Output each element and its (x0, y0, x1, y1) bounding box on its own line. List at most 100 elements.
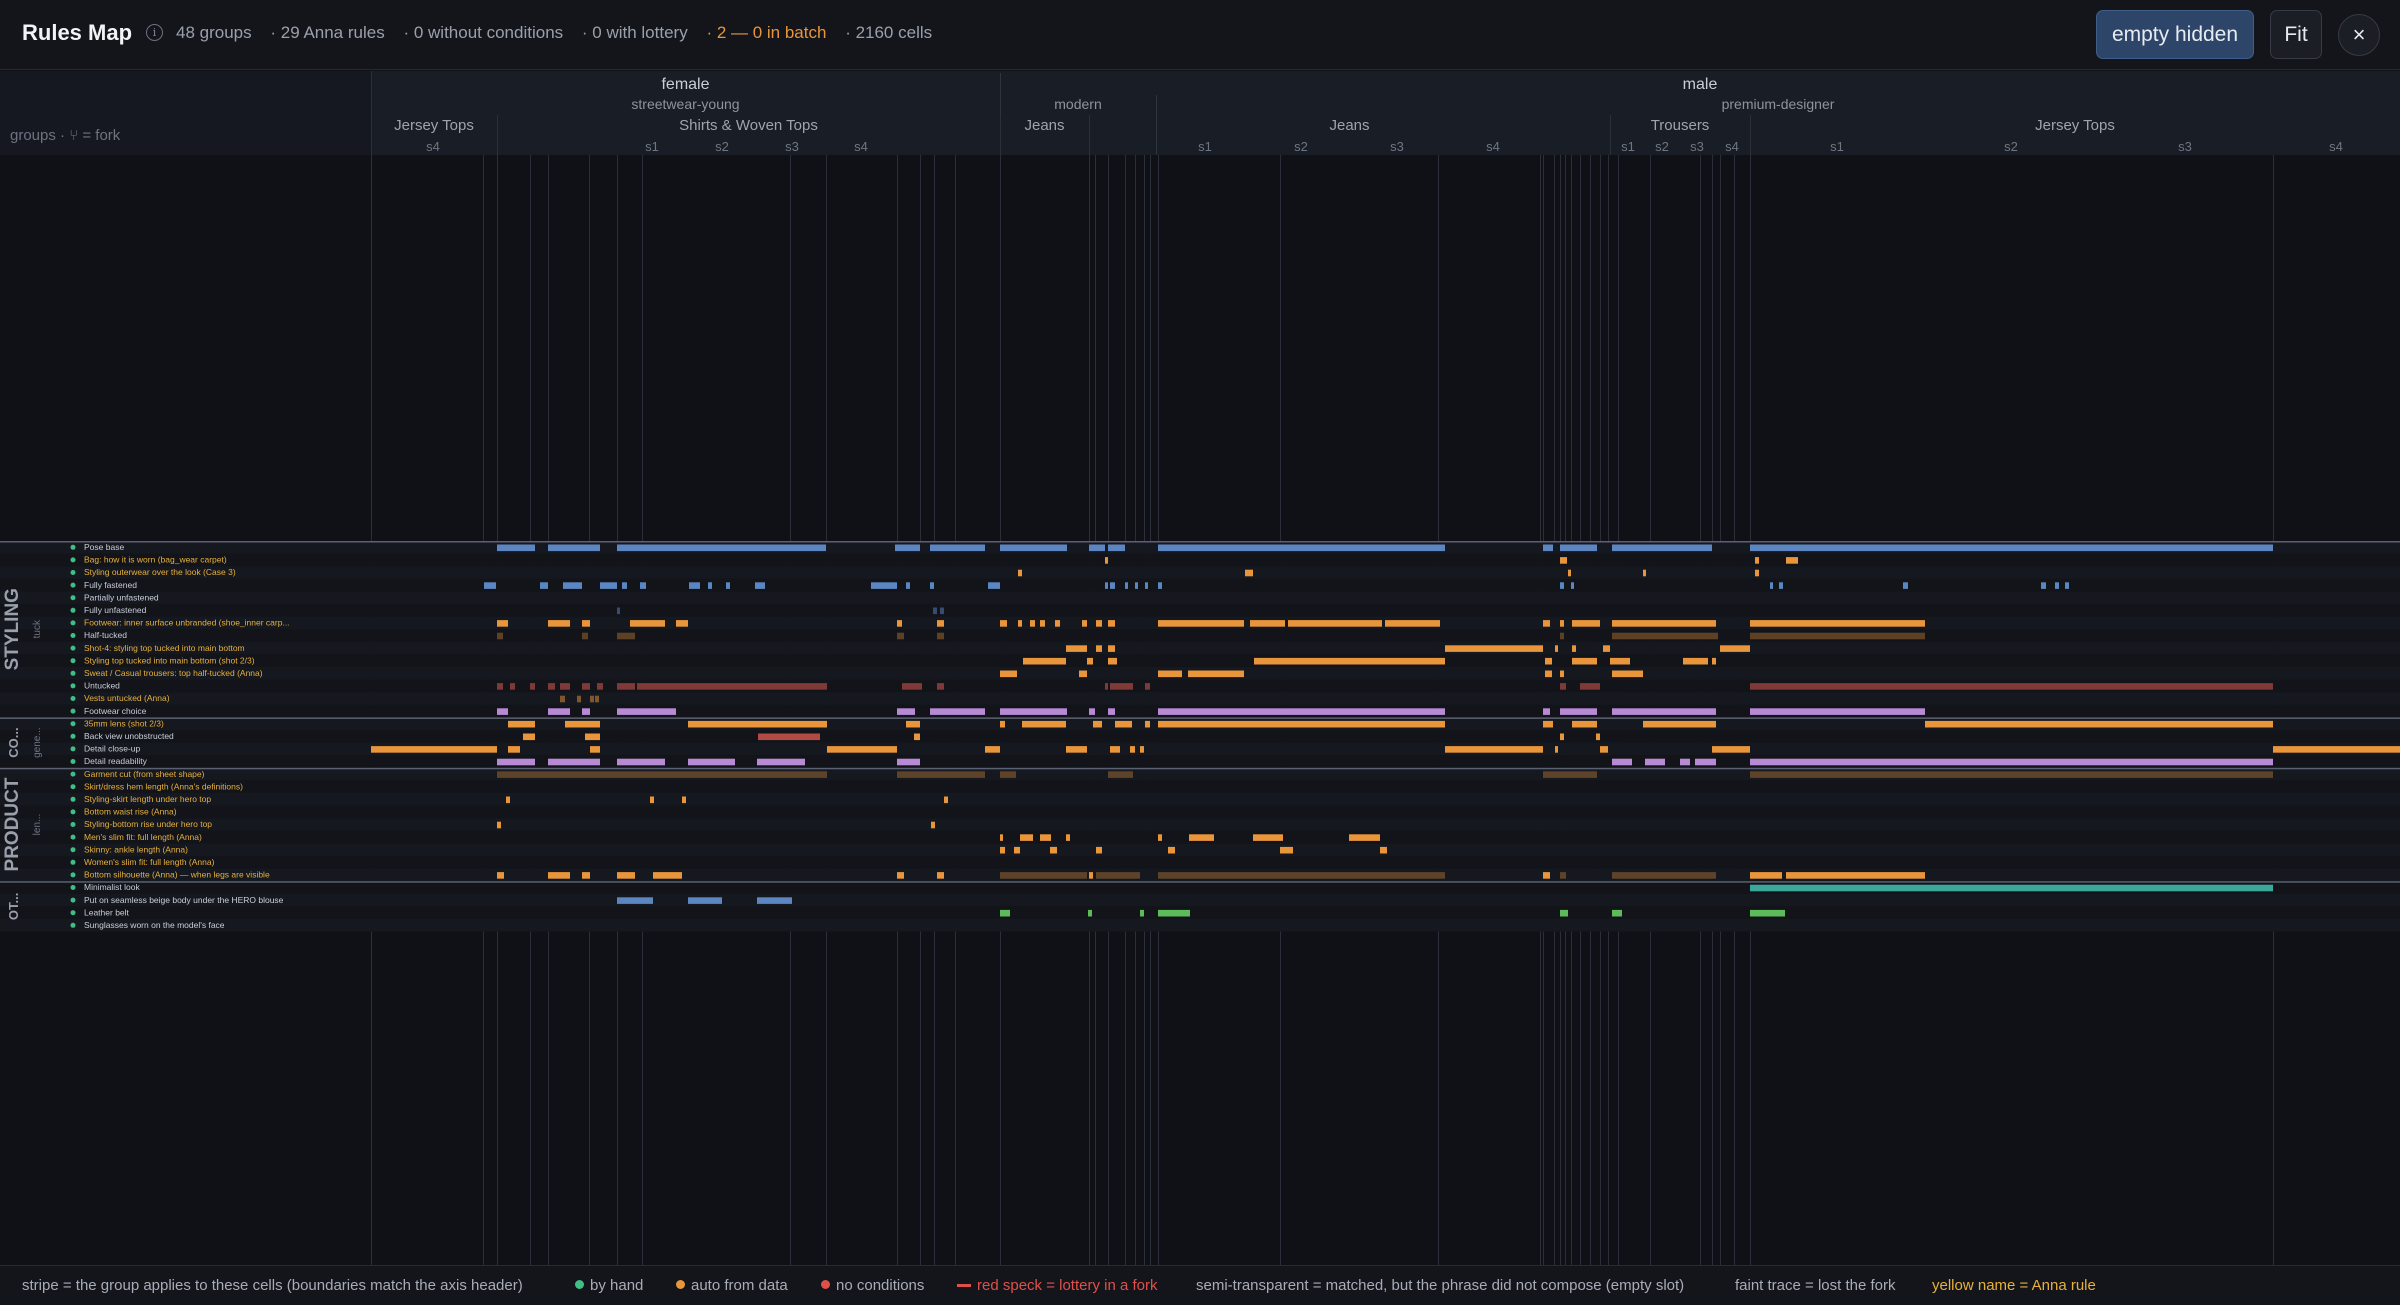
no-conditions-dot-icon (821, 1280, 830, 1289)
info-icon[interactable]: i (146, 24, 163, 41)
rule-stripe (1572, 620, 1600, 627)
close-button[interactable]: × (2338, 14, 2380, 56)
by-hand-dot-icon (70, 570, 76, 575)
rule-row-background (0, 843, 2400, 856)
stat-with-lottery: · 0 with lottery (581, 23, 688, 42)
rules-map-grid[interactable]: groups · ⑂ = fork female male streetwear-yo… (0, 71, 2400, 1265)
rule-stripe (1543, 872, 1550, 879)
rule-stripe (1040, 620, 1045, 627)
rule-stripe (1580, 683, 1600, 690)
rule-stripe (1560, 544, 1597, 552)
rule-row-label: Bottom silhouette (Anna) — when legs are… (84, 870, 270, 880)
by-hand-dot-icon (70, 847, 76, 853)
rule-stripe (637, 683, 827, 690)
rule-stripe (1140, 909, 1144, 917)
style-label: streetwear-young (631, 96, 739, 112)
subsection-label: len... (32, 814, 43, 836)
rule-row-label: Put on seamless beige body under the HER… (84, 895, 284, 905)
rule-stripe (988, 582, 1000, 589)
rule-stripe (1089, 544, 1105, 552)
rule-stripe (582, 632, 588, 640)
rule-stripe (371, 746, 497, 753)
rule-stripe (497, 758, 535, 766)
by-hand-dot-icon (70, 557, 76, 563)
gender-label: female (661, 76, 709, 93)
rule-stripe (508, 746, 520, 753)
shot-label: s3 (1690, 139, 1704, 154)
rule-stripe (1545, 670, 1552, 678)
section-label: CO... (6, 727, 21, 757)
section-label: STYLING (2, 588, 23, 670)
rule-stripe (1168, 846, 1175, 854)
rule-stripe (2041, 582, 2046, 589)
rule-stripe (1000, 708, 1067, 715)
rule-stripe (560, 683, 570, 690)
by-hand-dot-icon (70, 771, 76, 777)
rule-row-label: Styling top tucked into main bottom (sho… (84, 655, 255, 665)
rule-stripe (1786, 872, 1925, 879)
rule-row-label: Bag: how it is worn (bag_wear carpet) (84, 555, 227, 565)
rule-stripe (1560, 632, 1564, 640)
rule-row-label: Sunglasses worn on the model's face (84, 920, 225, 930)
by-hand-dot-icon (70, 759, 76, 764)
rule-stripe (897, 872, 904, 879)
legend-by-hand: by hand (575, 1277, 643, 1294)
legend-by-hand-label: by hand (590, 1277, 644, 1294)
rule-stripe (1543, 771, 1597, 778)
rule-stripe (1096, 645, 1102, 652)
rule-row-background (0, 906, 2400, 919)
rule-stripe (1125, 582, 1128, 589)
rule-stripe (1610, 657, 1630, 665)
rule-stripe (1445, 746, 1543, 753)
rule-stripe (1082, 620, 1087, 627)
empty-hidden-button[interactable]: empty hidden (2096, 10, 2254, 59)
rule-stripe (871, 582, 897, 589)
category-label: Jersey Tops (394, 117, 474, 134)
rule-stripe (1000, 846, 1005, 854)
red-speck-icon (957, 1284, 971, 1287)
rule-stripe (1445, 645, 1543, 652)
rule-stripe (1254, 657, 1445, 665)
rule-row-background (0, 578, 2400, 592)
rule-stripe (1089, 872, 1093, 879)
by-hand-dot-icon (70, 670, 76, 676)
rule-stripe (1000, 909, 1010, 917)
rule-stripe (985, 746, 1000, 753)
category-divider (1610, 115, 1611, 155)
rule-row-label: Skinny: ankle length (Anna) (84, 844, 188, 854)
legend-auto-label: auto from data (691, 1277, 788, 1294)
rule-stripe (1108, 657, 1117, 665)
rule-stripe (1680, 758, 1690, 766)
rule-stripe (484, 582, 496, 589)
rule-stripe (497, 620, 508, 627)
rule-stripe (757, 897, 792, 904)
rule-stripe (1096, 846, 1102, 854)
section-divider (0, 767, 2400, 770)
rule-stripe (617, 544, 826, 552)
rule-stripe (902, 683, 922, 690)
rule-stripe (540, 582, 548, 589)
rule-stripe (1158, 620, 1244, 627)
rule-row-background (0, 730, 2400, 743)
rule-stripe (1189, 834, 1214, 841)
fit-button[interactable]: Fit (2270, 10, 2322, 59)
rule-stripe (1135, 582, 1138, 589)
rule-stripe (930, 708, 985, 715)
rule-stripe (1250, 620, 1285, 627)
rule-stripe (1110, 746, 1120, 753)
by-hand-dot-icon (70, 910, 76, 916)
rule-stripe (1750, 708, 1925, 715)
rule-stripe (1560, 683, 1566, 690)
rule-stripe (1018, 620, 1022, 627)
rule-stripe (944, 796, 948, 804)
rule-row-label: Styling outerwear over the look (Case 3) (84, 567, 236, 577)
rule-stripe (1720, 645, 1750, 652)
rule-stripe (1560, 670, 1564, 678)
rule-stripe (1600, 746, 1608, 753)
rule-stripe (1543, 544, 1553, 552)
rule-stripe (617, 708, 676, 715)
rule-row-label: Vests untucked (Anna) (84, 693, 170, 703)
stat-without-conditions: · 0 without conditions (403, 23, 564, 42)
rule-stripe (1349, 834, 1380, 841)
by-hand-dot-icon (70, 885, 76, 890)
